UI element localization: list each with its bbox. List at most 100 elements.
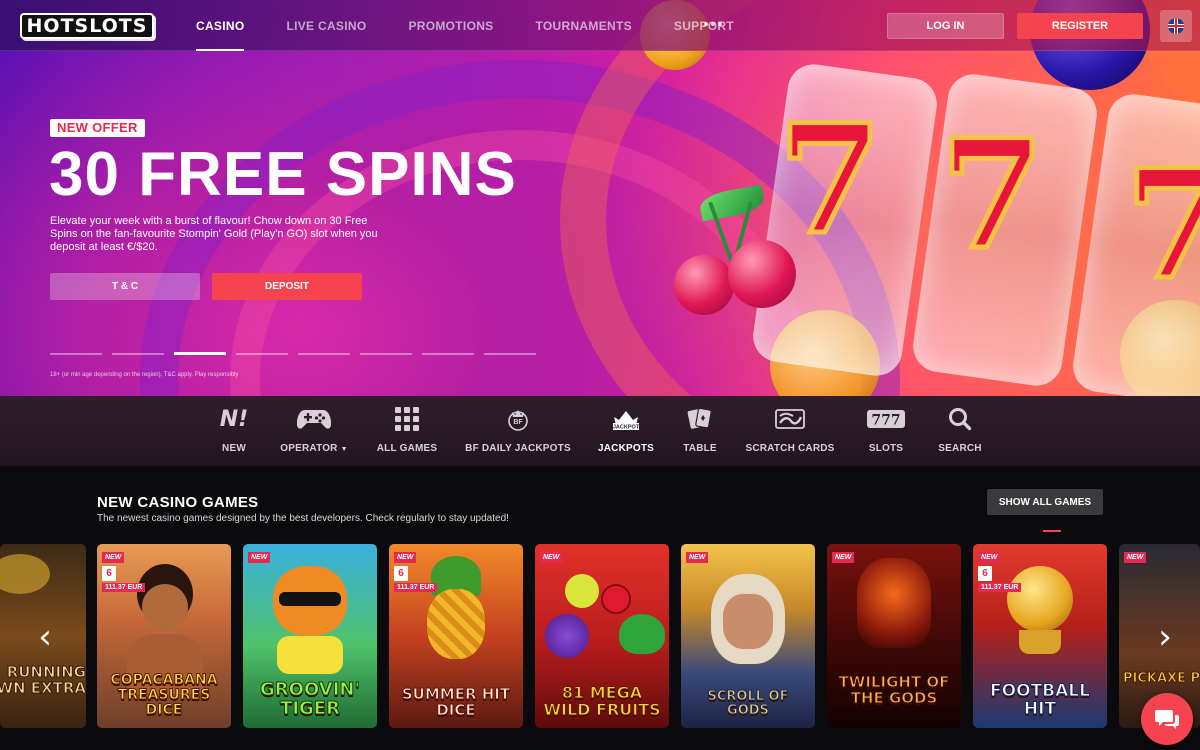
search-icon [947, 406, 973, 432]
section-subtitle: The newest casino games designed by the … [97, 513, 509, 524]
svg-text:JACKPOT: JACKPOT [613, 425, 640, 431]
chat-bubble-icon[interactable] [1141, 693, 1193, 745]
tile-art [723, 594, 773, 649]
jackpot-count: 6 [394, 566, 408, 581]
tile-art [142, 584, 188, 630]
carousel-dot[interactable] [484, 353, 536, 355]
cherry [674, 255, 734, 315]
game-tile[interactable]: NEW 6 111.37 EUR COPACABANA TREASURES DI… [97, 544, 231, 728]
category-jackpots[interactable]: JACKPOT JACKPOTS [598, 396, 654, 466]
game-title: 81 MEGA WILD FRUITS [543, 683, 661, 719]
chevron-down-icon: ▼ [340, 446, 348, 453]
game-title: SUMMER HIT DICE [401, 685, 511, 719]
jackpot-count: 6 [102, 566, 116, 581]
carousel-dot[interactable] [236, 353, 288, 355]
game-tile[interactable]: NEW GROOVIN' TIGER [243, 544, 377, 728]
hotslots-logo[interactable]: HOTSLOTS [20, 13, 154, 39]
show-all-games-button[interactable]: SHOW ALL GAMES [987, 489, 1103, 515]
jackpot-amount: 111.37 EUR [394, 583, 438, 592]
seven-symbol: 7 [1122, 137, 1200, 313]
terms-button[interactable]: T & C [50, 273, 200, 300]
tile-art [601, 584, 631, 614]
category-operator[interactable]: OPERATOR ▼ [278, 396, 350, 466]
deposit-button[interactable]: DEPOSIT [212, 273, 362, 300]
carousel-indicators [50, 352, 536, 355]
carousel-dot[interactable] [298, 353, 350, 355]
game-title: FOOTBALL HIT [990, 681, 1091, 719]
cherry [728, 240, 796, 308]
game-tile[interactable]: NEW 6 111.37 EUR FOOTBALL HIT [973, 544, 1107, 728]
game-tile[interactable]: NEW SCROLL OF GODS [681, 544, 815, 728]
tile-art [427, 589, 485, 659]
new-badge: NEW [102, 552, 125, 563]
svg-text:BF: BF [513, 419, 523, 426]
hero-banner: 7 7 7 NEW OFFER 30 FREE SPINS Elevate yo… [0, 0, 1200, 396]
carousel-dot[interactable] [422, 353, 474, 355]
carousel-dot[interactable] [112, 353, 164, 355]
game-title: TWILIGHT OF THE GODS [838, 673, 950, 707]
svg-text:777: 777 [871, 413, 900, 429]
category-new[interactable]: N! NEW [214, 396, 254, 466]
carousel-dot[interactable] [50, 353, 102, 355]
main-nav: CASINO LIVE CASINO PROMOTIONS TOURNAMENT… [196, 0, 776, 51]
game-tile[interactable]: NEW 6 111.37 EUR SUMMER HIT DICE [389, 544, 523, 728]
new-badge: NEW [394, 552, 417, 563]
cards-icon [686, 406, 714, 432]
register-button[interactable]: REGISTER [1017, 13, 1143, 39]
tile-art [857, 558, 931, 648]
category-scratch-cards[interactable]: SCRATCH CARDS [745, 396, 834, 466]
jackpot-count: 6 [978, 566, 992, 581]
tile-art [565, 574, 599, 608]
carousel-dot-active[interactable] [174, 352, 226, 355]
bf-jackpot-icon: BF [505, 406, 531, 432]
jackpot-amount: 111.37 EUR [102, 583, 146, 592]
game-title: PICKAXE POP [1123, 671, 1200, 686]
tile-art [619, 614, 665, 654]
nav-casino[interactable]: CASINO [196, 0, 245, 51]
language-selector[interactable] [1160, 10, 1192, 42]
game-tile[interactable]: NEW 81 MEGA WILD FRUITS [535, 544, 669, 728]
more-dots-icon[interactable] [704, 16, 722, 32]
category-slots[interactable]: 777 SLOTS [864, 396, 908, 466]
chevron-left-icon[interactable]: ‹ [30, 612, 60, 662]
nav-live-casino[interactable]: LIVE CASINO [286, 0, 366, 51]
tile-art [1007, 566, 1073, 632]
seven-symbol: 7 [775, 92, 884, 268]
seven-symbol: 7 [937, 107, 1046, 283]
new-badge: NEW [1124, 552, 1147, 563]
tile-art [279, 592, 341, 606]
login-button[interactable]: LOG IN [887, 13, 1004, 39]
category-label: SLOTS [868, 443, 904, 454]
new-badge: NEW [686, 552, 709, 563]
category-all-games[interactable]: ALL GAMES [376, 396, 438, 466]
new-badge: NEW [248, 552, 271, 563]
nav-tournaments[interactable]: TOURNAMENTS [535, 0, 631, 51]
game-title: GROOVIN' TIGER [260, 679, 361, 719]
section-title: NEW CASINO GAMES [97, 494, 259, 511]
show-all-underline [1043, 530, 1061, 532]
category-label: NEW [222, 443, 246, 454]
game-title: RUNNING CROWN EXTRA [0, 663, 86, 697]
carousel-dot[interactable] [360, 353, 412, 355]
uk-flag-icon [1168, 18, 1184, 34]
nav-promotions[interactable]: PROMOTIONS [408, 0, 493, 51]
777-icon: 777 [866, 406, 906, 432]
new-badge: NEW [978, 552, 1001, 563]
jackpot-crown-icon: JACKPOT [609, 406, 643, 432]
jackpot-amount: 111.37 EUR [978, 583, 1022, 592]
category-label: OPERATOR ▼ [280, 443, 348, 454]
hero-slot-illustration: 7 7 7 [640, 0, 1200, 396]
grid-icon [395, 406, 419, 432]
top-navigation: HOTSLOTS CASINO LIVE CASINO PROMOTIONS T… [0, 0, 1200, 51]
game-tile[interactable]: NEW TWILIGHT OF THE GODS [827, 544, 961, 728]
chevron-right-icon[interactable]: › [1150, 612, 1180, 662]
game-category-bar: N! NEW OPERATOR ▼ ALL GAMES BF BF DAILY … [0, 396, 1200, 466]
category-search[interactable]: SEARCH [938, 396, 982, 466]
category-bf-daily-jackpots[interactable]: BF BF DAILY JACKPOTS [465, 396, 571, 466]
new-icon: N! [219, 406, 249, 432]
category-label: BF DAILY JACKPOTS [465, 443, 571, 454]
category-table[interactable]: TABLE [682, 396, 718, 466]
new-badge: NEW [832, 552, 855, 563]
category-label: TABLE [683, 443, 717, 454]
category-label: ALL GAMES [376, 443, 438, 454]
